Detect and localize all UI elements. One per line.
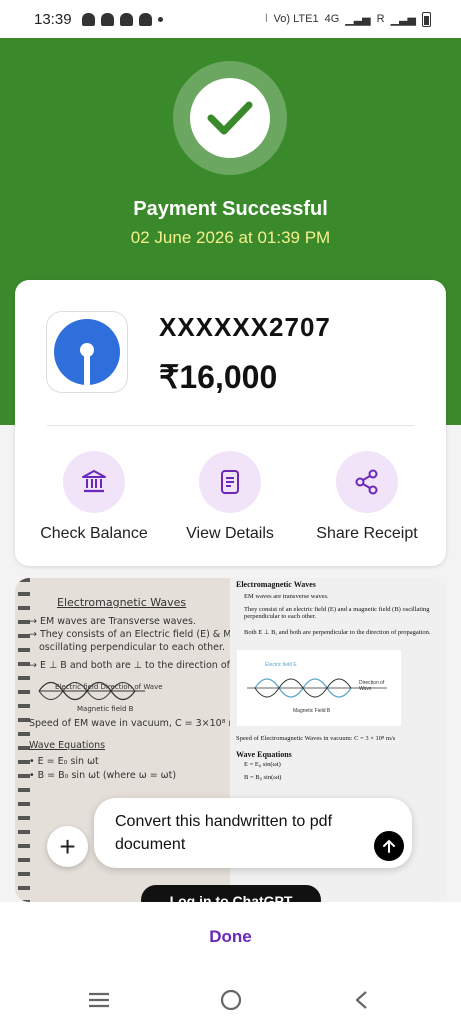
fig-label: Direction of Wave bbox=[359, 680, 385, 692]
notebook-line: → EM waves are Transverse waves. bbox=[29, 616, 196, 627]
battery-icon bbox=[422, 11, 431, 27]
clock: 13:39 bbox=[34, 10, 72, 28]
wave-sketch bbox=[38, 681, 145, 701]
snapchat-icon bbox=[81, 12, 95, 26]
check-balance-button[interactable]: Check Balance bbox=[24, 451, 164, 543]
payment-datetime: 02 June 2026 at 01:39 PM bbox=[130, 228, 331, 247]
status-bar: 13:39 ⦚ Vo) LTE1 4G ▁▃▅ R ▁▃▅ bbox=[0, 0, 461, 38]
share-receipt-label: Share Receipt bbox=[316, 525, 418, 542]
share-receipt-button[interactable]: Share Receipt bbox=[297, 451, 437, 543]
payment-card: XXXXXX2707 ₹16,000 Check Balance View De… bbox=[15, 280, 446, 566]
view-details-button[interactable]: View Details bbox=[160, 451, 300, 543]
notebook-line: • E = E₀ sin ωt bbox=[29, 756, 99, 767]
vibrate-icon: ⦚ bbox=[265, 12, 268, 25]
snapchat-icon bbox=[119, 12, 133, 26]
roaming-label: R bbox=[376, 13, 385, 25]
add-attachment-button[interactable]: + bbox=[47, 826, 88, 867]
notebook-heading: Electromagnetic Waves bbox=[57, 596, 187, 609]
doc-bullet: Both E ⊥ B, and both are perpendicular t… bbox=[244, 629, 431, 636]
volte-label: Vo) LTE1 bbox=[273, 13, 319, 25]
doc-heading: Electromagnetic Waves bbox=[236, 580, 316, 589]
back-icon[interactable] bbox=[354, 990, 368, 1010]
plus-icon: + bbox=[59, 830, 76, 862]
arrow-up-icon bbox=[383, 839, 395, 853]
signal-icon: ▁▃▅ bbox=[345, 13, 371, 26]
check-balance-label: Check Balance bbox=[40, 525, 148, 542]
recent-apps-icon[interactable] bbox=[88, 991, 110, 1009]
done-button[interactable]: Done bbox=[0, 927, 461, 947]
notebook-line: Speed of EM wave in vacuum, C = 3×10⁸ m/… bbox=[29, 718, 246, 729]
fig-label: Electric field E bbox=[265, 662, 297, 668]
system-icons: ⦚ Vo) LTE1 4G ▁▃▅ R ▁▃▅ bbox=[265, 11, 431, 27]
doc-bullet: They consist of an electric field (E) an… bbox=[244, 606, 430, 620]
home-icon[interactable] bbox=[220, 989, 242, 1011]
notebook-line: Wave Equations bbox=[29, 740, 106, 751]
doc-figure: Electric field E Magnetic Field B Direct… bbox=[237, 650, 401, 726]
doc-eq: B = B₀ sin(ωt) bbox=[244, 774, 282, 781]
notification-icons bbox=[81, 12, 163, 26]
chat-prompt-bubble[interactable]: Convert this handwritten to pdf document bbox=[94, 798, 412, 868]
success-badge bbox=[173, 61, 287, 175]
payment-title: Payment Successful bbox=[133, 198, 328, 220]
share-icon bbox=[355, 469, 378, 495]
divider bbox=[47, 425, 414, 426]
checkmark-icon bbox=[207, 101, 253, 135]
snapchat-icon bbox=[138, 12, 152, 26]
payment-amount: ₹16,000 bbox=[159, 359, 278, 395]
notebook-line: • B = B₀ sin ωt (where ω = ωt) bbox=[29, 770, 177, 781]
system-nav-bar bbox=[0, 980, 461, 1020]
notebook-line: oscillating perpendicular to each other. bbox=[39, 642, 226, 653]
sbi-logo-icon bbox=[54, 319, 120, 385]
fig-label: Magnetic Field B bbox=[293, 708, 331, 714]
notebook-line: Magnetic field B bbox=[77, 705, 134, 713]
bank-logo bbox=[46, 311, 128, 393]
doc-eq: E = E₀ sin(ωt) bbox=[244, 761, 281, 768]
notebook-line: Electric field Direction of Wave bbox=[55, 683, 163, 691]
send-button[interactable] bbox=[374, 831, 404, 861]
view-details-label: View Details bbox=[186, 525, 274, 542]
doc-eq-heading: Wave Equations bbox=[236, 750, 292, 759]
network-label: 4G bbox=[324, 13, 340, 25]
document-icon bbox=[221, 470, 239, 494]
doc-speed: Speed of Electromagnetic Waves in vacuum… bbox=[236, 735, 396, 742]
snapchat-icon bbox=[100, 12, 114, 26]
account-number: XXXXXX2707 bbox=[159, 312, 331, 342]
bank-icon bbox=[82, 470, 106, 493]
more-notifications-icon bbox=[157, 16, 163, 22]
doc-bullet: EM waves are transverse waves. bbox=[244, 593, 329, 600]
signal-icon: ▁▃▅ bbox=[390, 13, 416, 26]
